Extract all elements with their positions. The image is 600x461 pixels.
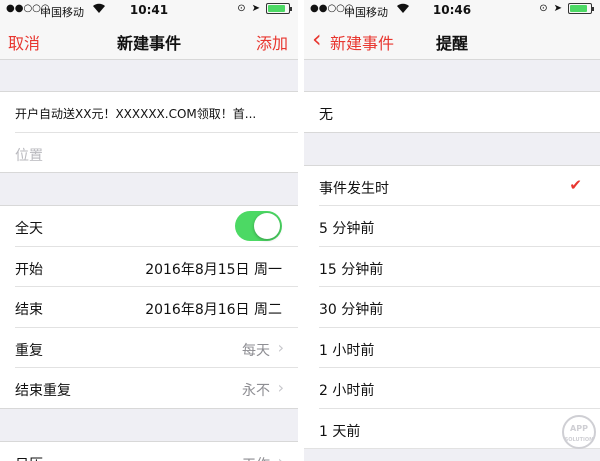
battery-icon [266,3,292,14]
time-group: 全天 开始 2016年8月15日 周一 结束 2016年8月16日 周二 重复 … [0,206,298,409]
section-gap [304,60,600,92]
option-label: 15 分钟前 [319,261,384,278]
alert-option-none[interactable]: 无 [304,92,600,133]
location-icon: ➤ [553,3,562,14]
none-group: 无 [304,92,600,133]
lock-rotation-icon: ⊙ [539,3,548,14]
status-bar: ●●○○○ 中国移动 10:46 ⊙ ➤ [304,0,600,20]
section-gap [0,60,298,92]
alert-option[interactable]: 30 分钟前 [304,287,600,328]
watermark-logo: APP SOLUTION [562,415,596,449]
title-location-group: 开户自动送XX元！XXXXXX.COM领取！首... 位置 [0,92,298,173]
calendar-value: 工作 [242,454,270,461]
calendar-label: 日历 [15,454,43,461]
location-field[interactable]: 位置 [0,133,298,173]
alert-option[interactable]: 1 天前 [304,409,600,449]
all-day-label: 全天 [15,221,43,237]
end-label: 结束 [15,302,43,318]
alert-option[interactable]: 2 小时前 [304,368,600,409]
event-title-text: 开户自动送XX元！XXXXXX.COM领取！首... [15,107,257,121]
page-title: 提醒 [435,34,468,53]
add-button[interactable]: 添加 [256,30,288,54]
chevron-right-icon: › [277,337,284,357]
end-repeat-value: 永不 [242,383,270,399]
option-label: 2 小时前 [319,383,375,399]
option-label: 无 [319,107,333,123]
nav-bar: 取消 新建事件 添加 [0,20,298,60]
all-day-toggle[interactable] [235,211,282,241]
new-event-screen: ●●○○○ 中国移动 10:41 ⊙ ➤ 取消 新建事件 添加 开户自动送XX元… [0,0,298,461]
alert-screen: ●●○○○ 中国移动 10:46 ⊙ ➤ ‹ 新建事件 提醒 无 事件发生时 ✔… [304,0,600,461]
alert-option[interactable]: 1 小时前 [304,328,600,369]
calendar-group: 日历 工作 › [0,441,298,461]
title-field[interactable]: 开户自动送XX元！XXXXXX.COM领取！首... [0,92,298,133]
status-bar: ●●○○○ 中国移动 10:41 ⊙ ➤ [0,0,298,20]
all-day-row: 全天 [0,206,298,247]
repeat-label: 重复 [15,342,43,359]
repeat-value: 每天 [242,342,270,359]
option-label: 1 天前 [319,423,361,440]
end-row[interactable]: 结束 2016年8月16日 周二 [0,287,298,328]
page-title: 新建事件 [116,34,181,53]
option-label: 5 分钟前 [319,221,375,237]
location-placeholder: 位置 [15,147,43,164]
option-label: 1 小时前 [319,342,375,359]
chevron-right-icon: › [277,378,284,397]
alert-option[interactable]: 15 分钟前 [304,247,600,288]
end-value: 2016年8月16日 周二 [145,302,282,318]
calendar-row[interactable]: 日历 工作 › [0,442,298,461]
nav-bar: ‹ 新建事件 提醒 [304,20,600,60]
option-label: 30 分钟前 [319,302,384,318]
section-gap [0,173,298,206]
option-label: 事件发生时 [319,180,389,197]
battery-icon [568,3,594,14]
chevron-right-icon: › [277,451,284,461]
checkmark-icon: ✔ [569,175,582,194]
end-repeat-label: 结束重复 [15,383,71,399]
section-gap [304,132,600,166]
location-icon: ➤ [251,3,260,14]
repeat-row[interactable]: 重复 每天 › [0,328,298,369]
alert-option[interactable]: 5 分钟前 [304,206,600,247]
start-row[interactable]: 开始 2016年8月15日 周一 [0,247,298,288]
alert-option[interactable]: 事件发生时 ✔ [304,166,600,207]
lock-rotation-icon: ⊙ [237,3,246,14]
section-gap [0,408,298,442]
start-value: 2016年8月15日 周一 [145,261,282,278]
end-repeat-row[interactable]: 结束重复 永不 › [0,368,298,409]
alert-options-list: 事件发生时 ✔ 5 分钟前 15 分钟前 30 分钟前 1 小时前 2 小时前 … [304,165,600,449]
start-label: 开始 [15,261,43,278]
